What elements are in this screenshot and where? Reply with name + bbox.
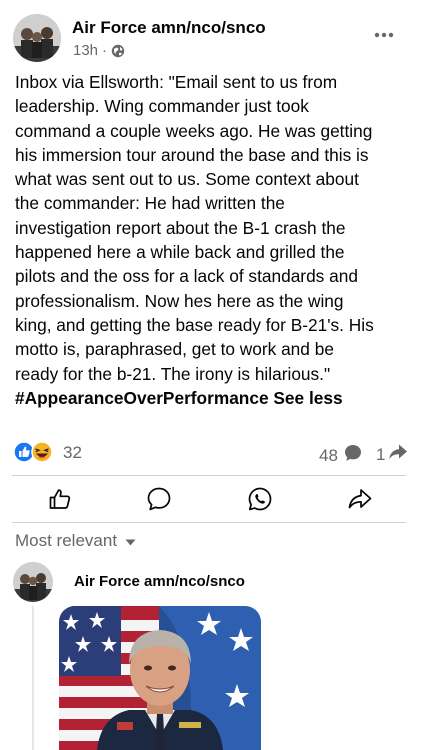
haha-reaction-icon (31, 441, 53, 463)
post-line: motto is, paraphrased, get to work and b… (15, 339, 334, 360)
whatsapp-icon (248, 487, 272, 511)
post-line: pilots and the oss for a lack of standar… (15, 266, 358, 287)
share-icon (348, 489, 372, 509)
share-arrow-icon (388, 443, 408, 466)
reaction-icons[interactable] (13, 441, 57, 463)
general-portrait-image[interactable] (59, 606, 261, 750)
share-count[interactable]: 1 (376, 443, 408, 466)
post-line: investigation report about the B-1 crash… (15, 217, 346, 238)
sort-label: Most relevant (15, 531, 118, 550)
like-icon (49, 489, 71, 509)
post-header: Air Force amn/nco/snco 13h · (0, 0, 422, 70)
comment-bubble-icon (343, 443, 363, 468)
post-line: king, and getting the base ready for B-2… (15, 314, 374, 335)
whatsapp-button[interactable] (247, 486, 273, 512)
post-line: the commander: He had written the (15, 193, 285, 214)
post-tail: #AppearanceOverPerformance See less (15, 386, 410, 410)
post-line: his immersion tour around the base and t… (15, 144, 369, 165)
post-line: what was sent out to us. Some context ab… (15, 169, 359, 190)
post-meta: 13h · (73, 42, 125, 59)
comment-icon (147, 487, 171, 511)
divider (12, 522, 406, 523)
post-line: command a couple weeks ago. He was getti… (15, 120, 373, 141)
like-reaction-icon (13, 441, 35, 463)
page-avatar[interactable] (13, 14, 61, 62)
comment-count-value: 48 (319, 445, 338, 465)
post-line: ready for the b-21. The irony is hilario… (15, 363, 331, 384)
share-count-value: 1 (376, 444, 386, 464)
reactions-bar: 32 48 1 (0, 438, 422, 468)
meta-separator: · (102, 42, 108, 59)
reaction-count[interactable]: 32 (63, 443, 82, 463)
globe-icon (111, 44, 125, 58)
facebook-post: Air Force amn/nco/snco 13h · Inbox via E (0, 0, 422, 750)
action-bar (0, 476, 422, 522)
comment-sort-dropdown[interactable]: Most relevant (15, 531, 136, 551)
share-button[interactable] (347, 486, 373, 512)
see-less-link[interactable]: See less (273, 388, 342, 408)
more-options-icon[interactable] (372, 25, 396, 45)
like-button[interactable] (47, 486, 73, 512)
caret-down-icon (125, 531, 136, 551)
post-line: professionalism. Now hes here as the win… (15, 290, 344, 311)
post-line: happened here a while back and grilled t… (15, 242, 345, 263)
post-line: Inbox via Ellsworth: "Email sent to us f… (15, 72, 338, 92)
hashtag-link[interactable]: #AppearanceOverPerformance (15, 388, 269, 408)
comment-author-name[interactable]: Air Force amn/nco/snco (74, 573, 245, 590)
comment-count[interactable]: 48 (319, 443, 363, 468)
post-text: Inbox via Ellsworth: "Email sent to us f… (15, 70, 410, 410)
comment-button[interactable] (146, 486, 172, 512)
comment-avatar[interactable] (13, 562, 53, 602)
post-line: leadership. Wing commander just took (15, 96, 309, 117)
post-author-name[interactable]: Air Force amn/nco/snco (72, 18, 266, 38)
post-time[interactable]: 13h (73, 42, 98, 59)
reply-thread-line (32, 606, 58, 750)
